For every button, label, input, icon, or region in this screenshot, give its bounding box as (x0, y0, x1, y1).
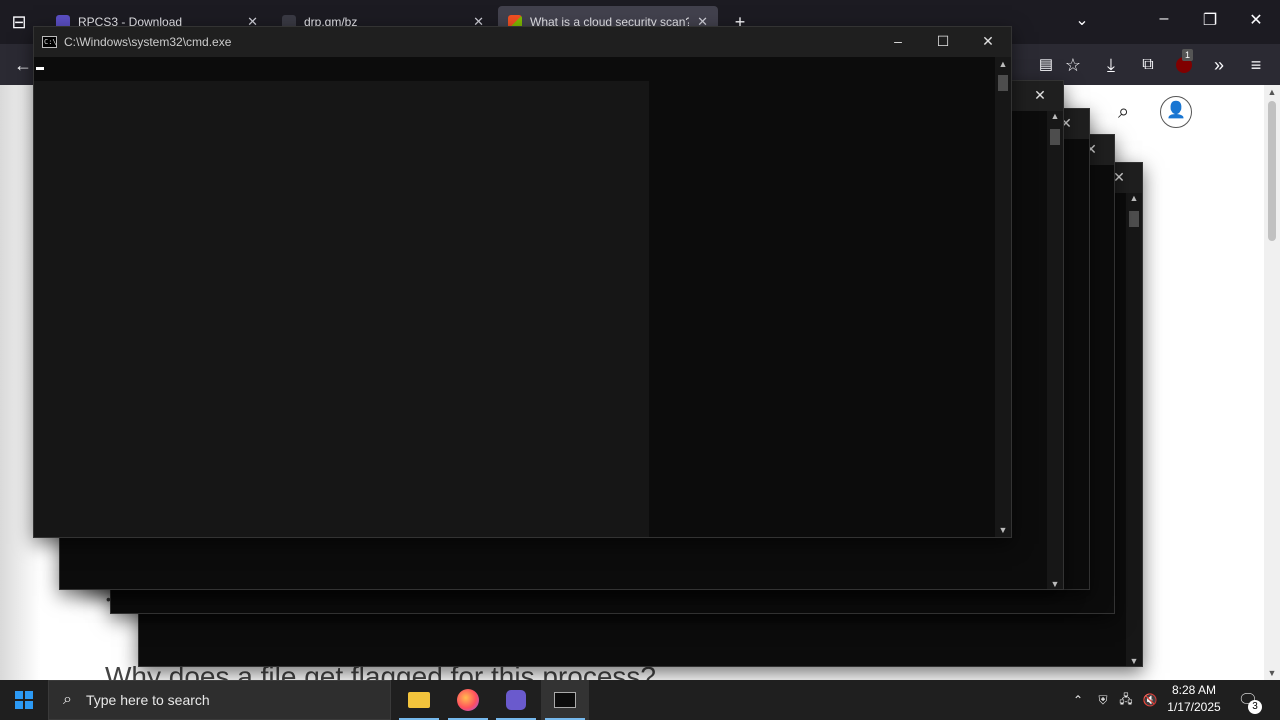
taskbar-search[interactable]: ⌕ Type here to search (48, 680, 391, 720)
search-placeholder: Type here to search (85, 692, 210, 708)
cmd-scrollbar[interactable]: ▲ ▼ (1047, 111, 1063, 589)
scroll-up-icon[interactable]: ▲ (1126, 193, 1142, 203)
start-button[interactable] (0, 680, 48, 720)
notification-count-badge: 3 (1248, 700, 1262, 714)
cmd-scrollbar[interactable]: ▲ ▼ (995, 57, 1011, 537)
clock-date: 1/17/2025 (1167, 700, 1221, 714)
reader-view-icon[interactable]: ▤ (1034, 53, 1058, 77)
scroll-up-icon[interactable]: ▲ (1047, 111, 1063, 121)
app-button[interactable] (492, 680, 540, 720)
maximize-icon[interactable]: ☐ (931, 33, 955, 50)
scroll-thumb[interactable] (1129, 211, 1139, 227)
page-scrollbar[interactable]: ▲ ▼ (1264, 85, 1280, 680)
page-scrollbar-thumb[interactable] (1268, 101, 1276, 241)
network-icon[interactable]: 🖧 (1116, 680, 1136, 720)
close-window-icon[interactable]: ✕ (1236, 10, 1276, 30)
file-explorer-button[interactable] (395, 680, 443, 720)
cmd-taskbar-button[interactable] (541, 680, 589, 720)
scroll-down-icon[interactable]: ▼ (1126, 656, 1142, 666)
minimize-icon[interactable]: – (886, 33, 910, 49)
firefox-icon (457, 689, 479, 711)
folder-icon (408, 692, 430, 708)
close-icon[interactable]: ✕ (1028, 87, 1052, 104)
tab-list-icon[interactable]: ⊟ (7, 10, 31, 34)
account-icon[interactable]: 👤 (1160, 96, 1192, 128)
cmd-scrollbar[interactable]: ▲ ▼ (1126, 193, 1142, 666)
extensions-icon[interactable]: ⧉ (1136, 53, 1160, 77)
console-icon (554, 692, 576, 708)
search-icon: ⌕ (63, 691, 72, 708)
windows-logo-icon (15, 691, 33, 709)
console-cursor (36, 67, 44, 70)
scroll-down-icon[interactable]: ▼ (1047, 579, 1063, 589)
taskbar: ⌕ Type here to search ⌃ ⛨ 🖧 🔇 8:28 AM 1/… (0, 680, 1280, 720)
cmd-title: C:\Windows\system32\cmd.exe (64, 35, 232, 49)
ublock-icon[interactable]: 1 (1172, 49, 1196, 77)
star-icon[interactable]: ☆ (1061, 53, 1085, 77)
minimize-icon[interactable]: – (1144, 10, 1184, 28)
chevron-down-icon[interactable]: ⌄ (1062, 10, 1102, 30)
cmd-window-front[interactable]: C:\ C:\Windows\system32\cmd.exe – ☐ ✕ ▲ … (33, 26, 1012, 538)
volume-muted-icon[interactable]: 🔇 (1140, 680, 1160, 720)
scroll-thumb[interactable] (1050, 129, 1060, 145)
firefox-button[interactable] (444, 680, 492, 720)
back-arrow-icon[interactable]: ← (11, 53, 35, 77)
scroll-up-icon[interactable]: ▲ (995, 59, 1011, 69)
clock[interactable]: 8:28 AM 1/17/2025 (1162, 682, 1226, 716)
desktop: ⊟ RPCS3 - Download ✕ drp.gm/bz ✕ What is… (0, 0, 1280, 720)
app-icon (506, 690, 526, 710)
scroll-thumb[interactable] (998, 75, 1008, 91)
close-icon[interactable]: ✕ (976, 33, 1000, 50)
clock-time: 8:28 AM (1171, 683, 1217, 697)
download-icon[interactable]: ⤓ (1099, 53, 1123, 77)
scroll-down-icon[interactable]: ▼ (995, 525, 1011, 535)
scroll-down-icon[interactable]: ▼ (1264, 668, 1280, 678)
console-icon: C:\ (42, 36, 57, 48)
cmd-titlebar[interactable]: C:\ C:\Windows\system32\cmd.exe – ☐ ✕ (34, 27, 1011, 57)
scroll-up-icon[interactable]: ▲ (1264, 87, 1280, 97)
restore-icon[interactable]: ❐ (1190, 10, 1230, 30)
overflow-chevrons-icon[interactable]: » (1207, 53, 1231, 77)
search-icon[interactable]: ⌕ (1118, 101, 1129, 124)
extension-badge: 1 (1182, 49, 1194, 61)
show-hidden-icons-icon[interactable]: ⌃ (1068, 680, 1088, 720)
menu-icon[interactable]: ≡ (1244, 53, 1268, 77)
security-icon[interactable]: ⛨ (1093, 680, 1113, 720)
console-region (34, 81, 649, 537)
